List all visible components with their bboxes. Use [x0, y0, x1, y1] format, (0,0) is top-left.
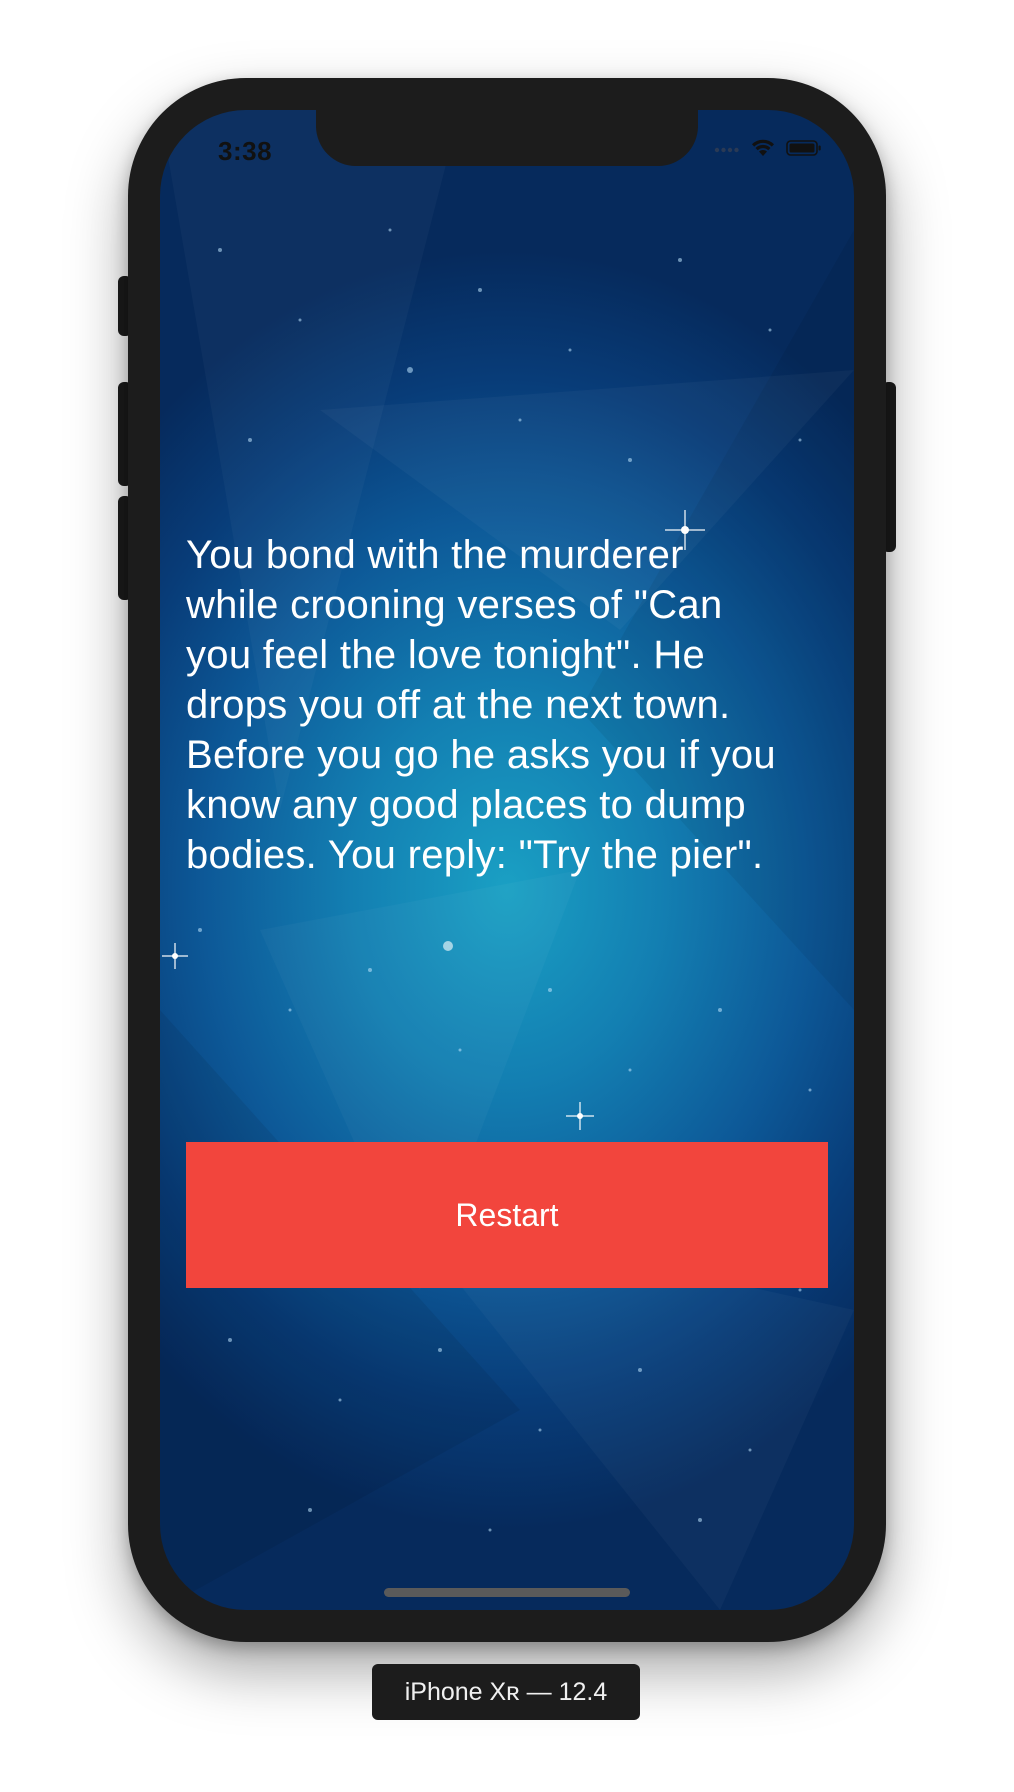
device-notch [316, 110, 698, 166]
device-label: iPhone Xʀ — 12.4 [372, 1664, 640, 1720]
status-time: 3:38 [218, 136, 273, 166]
cellular-icon [714, 147, 739, 153]
status-icons [714, 138, 822, 158]
battery-icon [786, 140, 821, 156]
home-indicator[interactable] [384, 1588, 630, 1597]
app-screen: 3:38 You bond with the murderer while cr… [160, 110, 854, 1610]
story-text: You bond with the murderer while croonin… [186, 533, 776, 877]
wifi-icon [752, 139, 774, 156]
simulator-stage: 3:38 You bond with the murderer while cr… [0, 0, 1014, 1792]
restart-button[interactable]: Restart [186, 1142, 828, 1288]
restart-button-label: Restart [455, 1196, 559, 1233]
